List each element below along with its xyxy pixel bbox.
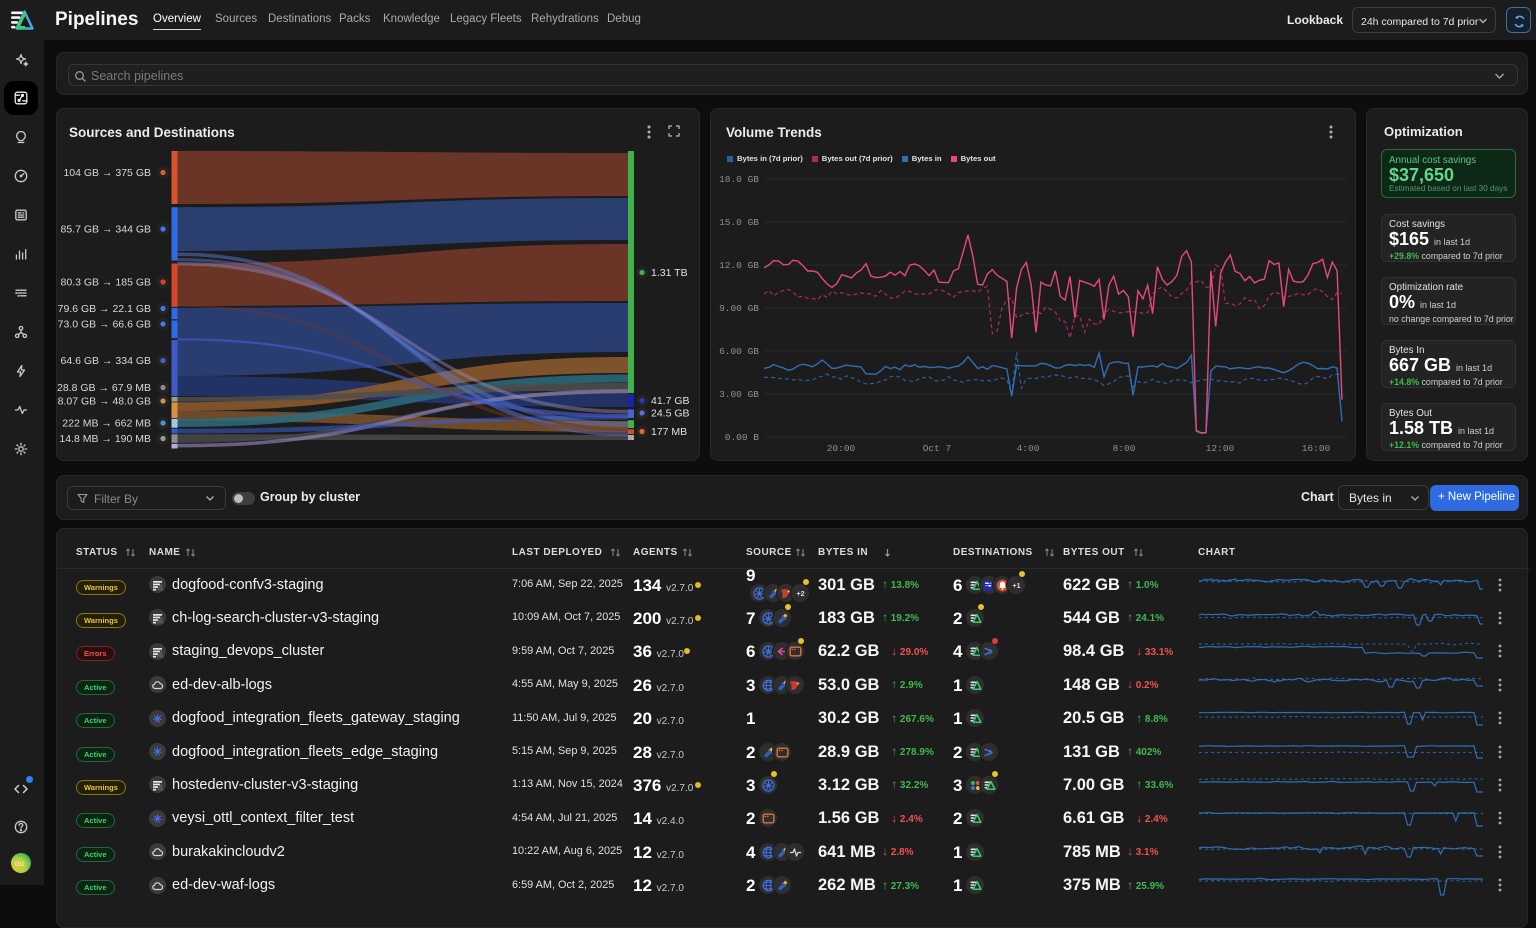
svg-text:0.00 B: 0.00 B [725,432,760,443]
svg-text:85.7 GB → 344 GB: 85.7 GB → 344 GB [61,224,151,236]
svg-text:20:00: 20:00 [827,443,856,454]
svg-text:8.07 GB → 48.0 GB: 8.07 GB → 48.0 GB [58,396,151,408]
svg-text:73.0 GB → 66.6 GB: 73.0 GB → 66.6 GB [58,319,151,331]
svg-text:12:00: 12:00 [1206,443,1235,454]
svg-text:41.7 GB: 41.7 GB [651,395,690,407]
svg-text:28.8 GB → 67.9 MB: 28.8 GB → 67.9 MB [57,382,151,394]
svg-text:80.3 GB → 185 GB: 80.3 GB → 185 GB [61,277,151,289]
svg-text:Oct 7: Oct 7 [923,443,952,454]
svg-text:177 MB: 177 MB [651,426,687,438]
svg-text:1.31 TB: 1.31 TB [651,267,688,279]
svg-text:3.00 GB: 3.00 GB [719,389,759,400]
svg-text:4:00: 4:00 [1017,443,1040,454]
svg-text:24.5 GB: 24.5 GB [651,408,690,420]
svg-text:+1: +1 [1013,583,1021,590]
svg-text:79.6 GB → 22.1 GB: 79.6 GB → 22.1 GB [58,303,151,315]
svg-text:222 MB → 662 MB: 222 MB → 662 MB [62,418,151,430]
svg-text:+2: +2 [797,591,805,598]
svg-text:16:00: 16:00 [1302,443,1331,454]
svg-text:12.0 GB: 12.0 GB [719,260,759,271]
svg-text:14.8 MB → 190 MB: 14.8 MB → 190 MB [59,433,151,445]
svg-text:9.00 GB: 9.00 GB [719,303,759,314]
svg-text:18.0 GB: 18.0 GB [719,174,759,185]
svg-text:8:00: 8:00 [1113,443,1136,454]
svg-text:6.00 GB: 6.00 GB [719,346,759,357]
svg-text:15.0 GB: 15.0 GB [719,217,759,228]
svg-text:64.6 GB → 334 GB: 64.6 GB → 334 GB [61,355,151,367]
svg-text:104 GB → 375 GB: 104 GB → 375 GB [63,167,151,179]
